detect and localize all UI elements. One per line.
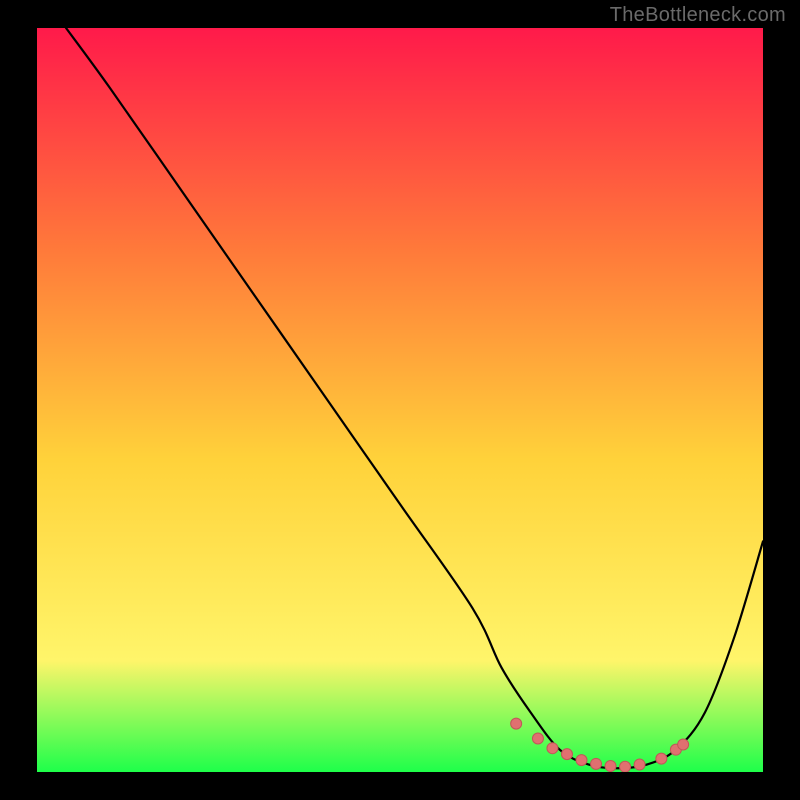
highlight-marker	[634, 759, 645, 770]
highlight-marker	[656, 753, 667, 764]
plot-area	[37, 28, 763, 772]
watermark-label: TheBottleneck.com	[610, 4, 786, 27]
chart-svg	[37, 28, 763, 772]
highlight-marker	[620, 761, 631, 772]
highlight-marker	[561, 749, 572, 760]
highlight-marker	[576, 755, 587, 766]
highlight-marker	[532, 733, 543, 744]
highlight-marker	[605, 761, 616, 772]
highlight-marker	[547, 743, 558, 754]
highlight-marker	[591, 758, 602, 769]
highlight-marker	[678, 739, 689, 750]
chart-frame: TheBottleneck.com	[0, 0, 800, 800]
highlight-marker	[511, 718, 522, 729]
